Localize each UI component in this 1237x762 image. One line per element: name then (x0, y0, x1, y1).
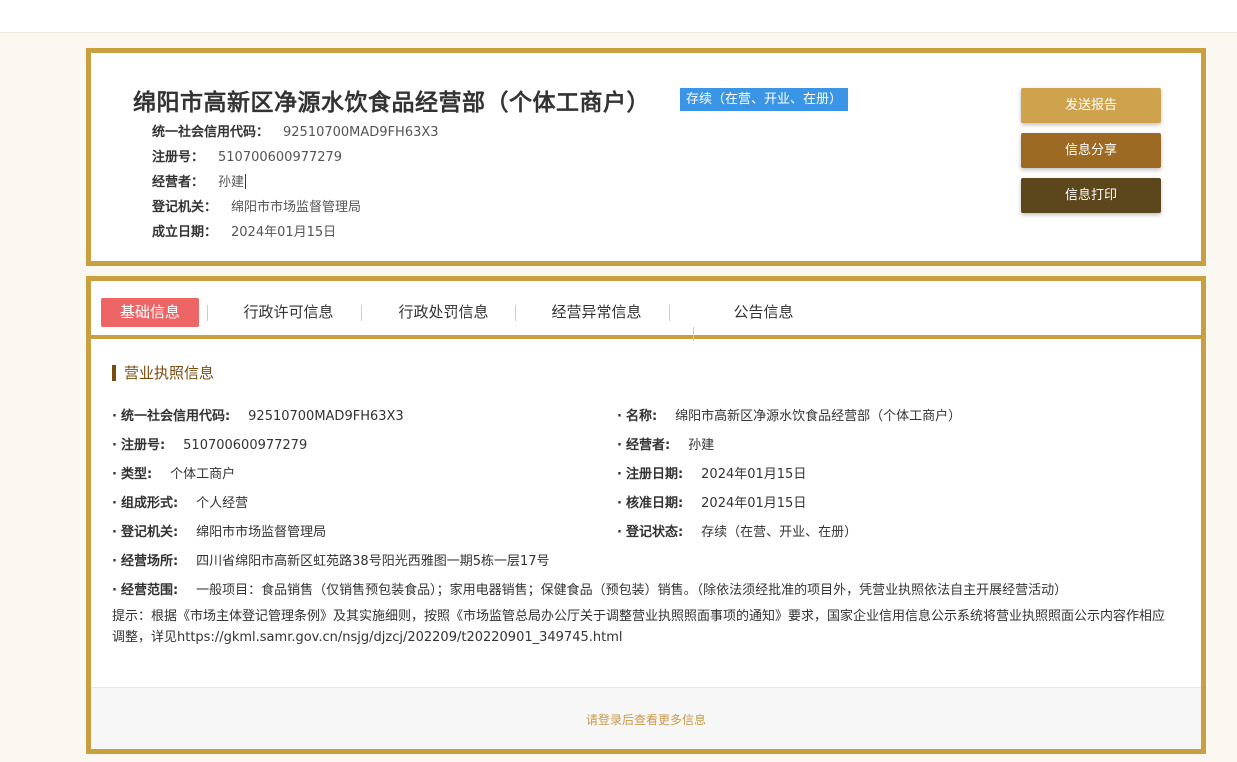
send-report-button[interactable]: 发送报告 (1021, 88, 1161, 123)
header-operator-value: 孙建 (218, 175, 245, 190)
tab-bar: 基础信息 行政许可信息 行政处罚信息 经营异常信息 公告信息 (91, 281, 1201, 341)
license-section-title: 营业执照信息 (112, 365, 214, 381)
field-label: 类型: (120, 467, 153, 482)
field-address: · 经营场所: 四川省绵阳市高新区虹苑路38号阳光西雅图一期5栋一层17号 (112, 550, 550, 569)
tab-admin-penalty[interactable]: 行政处罚信息 (381, 298, 506, 327)
header-operator-row: 经营者： 孙建 (152, 171, 247, 190)
tab-abnormal-operation[interactable]: 经营异常信息 (534, 298, 659, 327)
status-badge: 存续（在营、开业、在册） (680, 88, 849, 111)
field-value: 92510700MAD9FH63X3 (248, 409, 404, 424)
field-form: · 组成形式: 个人经营 (112, 492, 248, 511)
field-value: 绵阳市市场监督管理局 (196, 525, 327, 540)
tab-announcement[interactable]: 公告信息 (701, 298, 826, 327)
bullet: · (112, 496, 117, 511)
bullet: · (112, 554, 117, 569)
field-label: 注册日期: (625, 467, 684, 482)
tab-divider (669, 305, 670, 321)
field-business-scope: · 经营范围: 一般项目：食品销售（仅销售预包装食品）；家用电器销售；保健食品（预包… (112, 579, 1067, 598)
header-credit-code-label: 统一社会信用代码： (152, 125, 270, 140)
field-value: 四川省绵阳市高新区虹苑路38号阳光西雅图一期5栋一层17号 (196, 554, 550, 569)
field-value: 个人经营 (196, 496, 249, 511)
header-operator-label: 经营者： (152, 175, 205, 190)
field-label: 统一社会信用代码: (120, 409, 231, 424)
bullet: · (617, 525, 622, 540)
field-type: · 类型: 个体工商户 (112, 463, 235, 482)
tab-basic-info[interactable]: 基础信息 (101, 298, 199, 327)
bullet: · (112, 467, 117, 482)
tab-divider-tick (693, 327, 694, 341)
print-info-button[interactable]: 信息打印 (1021, 178, 1161, 213)
bullet: · (112, 583, 117, 598)
bullet: · (617, 467, 622, 482)
header-founded-row: 成立日期： 2024年01月15日 (152, 221, 336, 240)
field-approval-date: · 核准日期: 2024年01月15日 (617, 492, 806, 511)
top-bar (0, 0, 1237, 33)
header-authority-row: 登记机关： 绵阳市市场监督管理局 (152, 196, 361, 215)
field-value: 绵阳市高新区净源水饮食品经营部（个体工商户） (675, 409, 962, 424)
bullet: · (112, 409, 117, 424)
header-reg-no-label: 注册号： (152, 150, 205, 165)
header-credit-code-value: 92510700MAD9FH63X3 (283, 125, 439, 140)
bullet: · (617, 496, 622, 511)
login-prompt-bar: 请登录后查看更多信息 (91, 687, 1201, 749)
field-label: 经营范围: (120, 583, 179, 598)
bullet: · (617, 438, 622, 453)
field-value: 孙建 (688, 438, 715, 453)
field-reg-date: · 注册日期: 2024年01月15日 (617, 463, 806, 482)
notice-text: 提示：根据《市场主体登记管理条例》及其实施细则，按照《市场监管总局办公厅关于调整… (112, 609, 1166, 645)
header-reg-no-value: 510700600977279 (218, 150, 343, 165)
field-value: 个体工商户 (170, 467, 236, 482)
field-value: 2024年01月15日 (701, 467, 807, 482)
bullet: · (112, 438, 117, 453)
field-label: 核准日期: (625, 496, 684, 511)
field-label: 经营者: (625, 438, 671, 453)
field-credit-code: · 统一社会信用代码: 92510700MAD9FH63X3 (112, 405, 404, 424)
bullet: · (112, 525, 117, 540)
field-label: 注册号: (120, 438, 166, 453)
field-label: 经营场所: (120, 554, 179, 569)
detail-card: 基础信息 行政许可信息 行政处罚信息 经营异常信息 公告信息 营业执照信息 · 统… (86, 276, 1206, 754)
header-authority-label: 登记机关： (152, 200, 218, 215)
login-more-link[interactable]: 请登录后查看更多信息 (91, 711, 1201, 728)
field-reg-no: · 注册号: 510700600977279 (112, 434, 307, 453)
enterprise-header-card: 绵阳市高新区净源水饮食品经营部（个体工商户） 存续（在营、开业、在册） 统一社会… (86, 48, 1206, 266)
tab-divider (361, 305, 362, 321)
text-cursor (245, 174, 247, 189)
header-reg-no-row: 注册号： 510700600977279 (152, 146, 342, 165)
field-label: 登记机关: (120, 525, 179, 540)
field-value: 510700600977279 (183, 438, 308, 453)
share-info-button[interactable]: 信息分享 (1021, 133, 1161, 168)
header-authority-value: 绵阳市市场监督管理局 (231, 200, 362, 215)
header-credit-code-row: 统一社会信用代码： 92510700MAD9FH63X3 (152, 121, 439, 140)
header-founded-value: 2024年01月15日 (231, 225, 337, 240)
field-operator: · 经营者: 孙建 (617, 434, 714, 453)
bullet: · (617, 409, 622, 424)
field-value: 存续（在营、开业、在册） (701, 525, 858, 540)
field-reg-status: · 登记状态: 存续（在营、开业、在册） (617, 521, 857, 540)
header-founded-label: 成立日期： (152, 225, 218, 240)
field-label: 组成形式: (120, 496, 179, 511)
tab-divider (515, 305, 516, 321)
field-value: 2024年01月15日 (701, 496, 807, 511)
field-value: 一般项目：食品销售（仅销售预包装食品）；家用电器销售；保健食品（预包装）销售。（… (196, 583, 1068, 598)
tab-divider (207, 305, 208, 321)
field-label: 登记状态: (625, 525, 684, 540)
tab-admin-license[interactable]: 行政许可信息 (226, 298, 351, 327)
enterprise-title: 绵阳市高新区净源水饮食品经营部（个体工商户） (133, 90, 650, 116)
field-name: · 名称: 绵阳市高新区净源水饮食品经营部（个体工商户） (617, 405, 961, 424)
field-label: 名称: (625, 409, 658, 424)
field-authority: · 登记机关: 绵阳市市场监督管理局 (112, 521, 326, 540)
